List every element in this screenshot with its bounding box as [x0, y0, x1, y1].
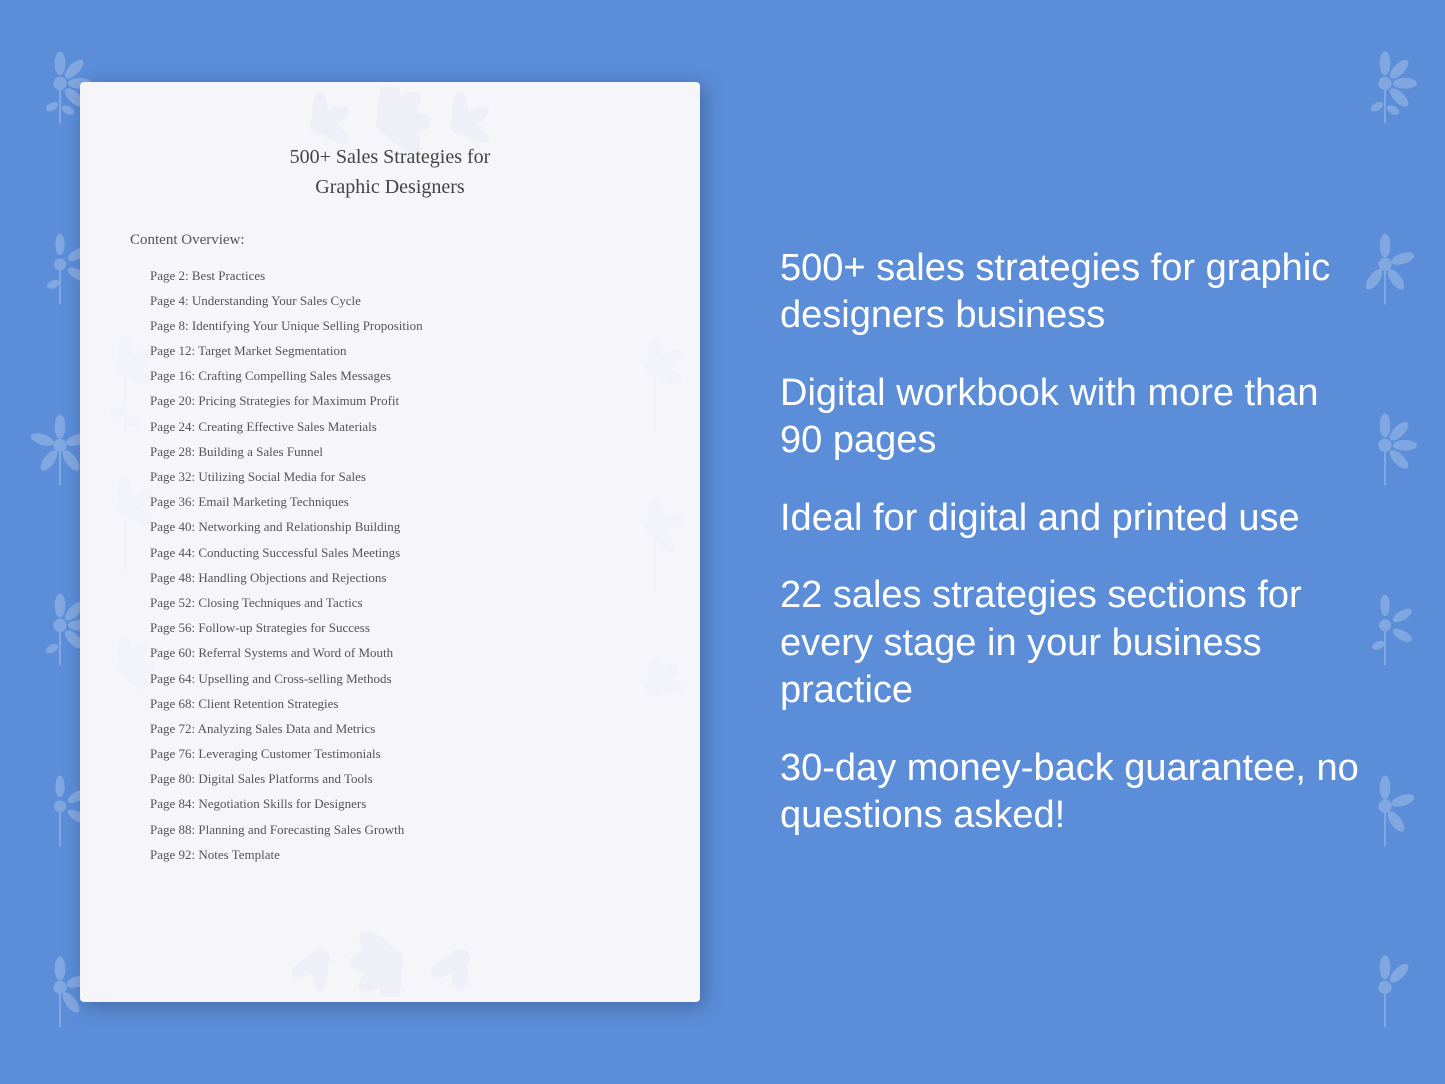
- toc-item: Page 56: Follow-up Strategies for Succes…: [130, 616, 650, 641]
- feature-text-4: 22 sales strategies sections for every s…: [780, 572, 1365, 715]
- feature-text-5: 30-day money-back guarantee, no question…: [780, 745, 1365, 840]
- toc-item: Page 72: Analyzing Sales Data and Metric…: [130, 716, 650, 741]
- watermark-bottom: [80, 922, 700, 1002]
- toc-item: Page 80: Digital Sales Platforms and Too…: [130, 767, 650, 792]
- features-panel: 500+ sales strategies for graphic design…: [760, 245, 1365, 840]
- toc-item: Page 44: Conducting Successful Sales Mee…: [130, 540, 650, 565]
- toc-item: Page 92: Notes Template: [130, 842, 650, 867]
- document-title: 500+ Sales Strategies for Graphic Design…: [130, 142, 650, 202]
- toc-item: Page 68: Client Retention Strategies: [130, 691, 650, 716]
- toc-list: Page 2: Best PracticesPage 4: Understand…: [130, 263, 650, 868]
- toc-item: Page 36: Email Marketing Techniques: [130, 490, 650, 515]
- toc-item: Page 4: Understanding Your Sales Cycle: [130, 288, 650, 313]
- document-panel: 500+ Sales Strategies for Graphic Design…: [80, 82, 700, 1002]
- feature-text-2: Digital workbook with more than 90 pages: [780, 370, 1365, 465]
- toc-heading: Content Overview:: [130, 232, 650, 249]
- feature-text-1: 500+ sales strategies for graphic design…: [780, 245, 1365, 340]
- toc-item: Page 2: Best Practices: [130, 263, 650, 288]
- document-content: 500+ Sales Strategies for Graphic Design…: [80, 82, 700, 928]
- toc-item: Page 24: Creating Effective Sales Materi…: [130, 414, 650, 439]
- toc-item: Page 20: Pricing Strategies for Maximum …: [130, 389, 650, 414]
- toc-item: Page 60: Referral Systems and Word of Mo…: [130, 641, 650, 666]
- toc-item: Page 48: Handling Objections and Rejecti…: [130, 565, 650, 590]
- toc-item: Page 32: Utilizing Social Media for Sale…: [130, 465, 650, 490]
- toc-item: Page 8: Identifying Your Unique Selling …: [130, 313, 650, 338]
- toc-item: Page 76: Leveraging Customer Testimonial…: [130, 742, 650, 767]
- toc-item: Page 88: Planning and Forecasting Sales …: [130, 817, 650, 842]
- toc-item: Page 16: Crafting Compelling Sales Messa…: [130, 364, 650, 389]
- toc-item: Page 52: Closing Techniques and Tactics: [130, 590, 650, 615]
- toc-item: Page 84: Negotiation Skills for Designer…: [130, 792, 650, 817]
- toc-item: Page 64: Upselling and Cross-selling Met…: [130, 666, 650, 691]
- main-layout: 500+ Sales Strategies for Graphic Design…: [0, 0, 1445, 1084]
- toc-item: Page 40: Networking and Relationship Bui…: [130, 515, 650, 540]
- feature-text-3: Ideal for digital and printed use: [780, 495, 1365, 543]
- toc-item: Page 28: Building a Sales Funnel: [130, 439, 650, 464]
- toc-item: Page 12: Target Market Segmentation: [130, 339, 650, 364]
